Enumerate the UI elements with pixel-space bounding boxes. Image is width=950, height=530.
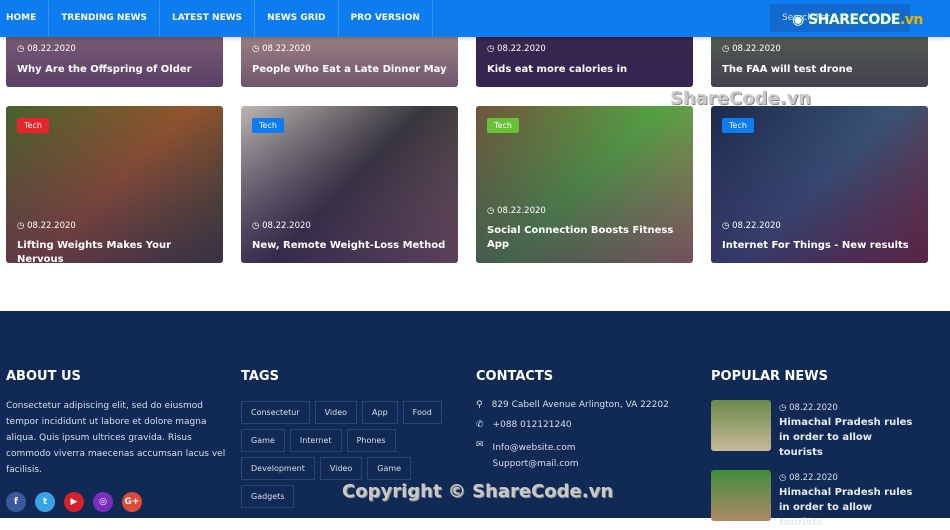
copyright-watermark: Copyright © ShareCode.vn <box>342 481 614 502</box>
tag-link[interactable]: Phones <box>346 429 396 452</box>
popular-date: ◷ 08.22.2020 <box>779 403 838 413</box>
clock-icon: ◷ <box>779 403 790 413</box>
location-icon: ⚲ <box>476 400 483 410</box>
tag-link[interactable]: Video <box>319 457 363 480</box>
watermark: ShareCode.vn <box>670 88 812 109</box>
card-title: Lifting Weights Makes Your Nervous <box>17 240 172 263</box>
about-title: ABOUT US <box>6 369 81 384</box>
card-title: People Who Eat a Late Dinner May <box>252 64 447 75</box>
clock-icon: ◷ <box>487 206 498 216</box>
popular-date: ◷ 08.22.2020 <box>779 473 838 483</box>
tag-link[interactable]: Internet <box>289 429 342 452</box>
card-title: Internet For Things - New results <box>722 240 909 251</box>
address: 829 Cabell Avenue Arlington, VA 22202 <box>491 400 669 410</box>
twitter-icon[interactable]: t <box>35 492 55 512</box>
tag-link[interactable]: Video <box>314 401 358 424</box>
footer: ABOUT US Consectetur adipiscing elit, se… <box>0 311 950 528</box>
popular-title-text: Himachal Pradesh rules in order to allow… <box>779 417 913 458</box>
clock-icon: ◷ <box>17 221 28 231</box>
contacts-title: CONTACTS <box>476 369 554 384</box>
card-title: Social Connection Boosts Fitness App <box>487 225 674 250</box>
clock-icon: ◷ <box>487 44 498 54</box>
card-date: ◷ 08.22.2020 <box>722 44 781 54</box>
popular-thumb <box>711 470 771 521</box>
tag-link[interactable]: App <box>362 401 398 424</box>
popular-item[interactable]: ◷ 08.22.2020 Himachal Pradesh rules in or… <box>711 470 919 530</box>
email-support[interactable]: Support@mail.com <box>493 459 579 469</box>
tag-link[interactable]: Food <box>402 401 442 424</box>
news-card[interactable]: Tech ◷ 08.22.2020 New, Remote Weight-Loss … <box>241 106 458 263</box>
card-title: The FAA will test drone <box>722 64 853 75</box>
popular-title-text: Himachal Pradesh rules in order to allow… <box>779 487 913 528</box>
nav-news-grid[interactable]: NEWS GRID <box>255 0 339 37</box>
category-badge[interactable]: Tech <box>487 118 519 133</box>
youtube-icon[interactable]: ▶ <box>64 492 84 512</box>
tag-link[interactable]: Development <box>241 457 315 480</box>
clock-icon: ◷ <box>252 44 263 54</box>
nav-trending-news[interactable]: TRENDING NEWS <box>49 0 161 37</box>
category-badge[interactable]: Tech <box>252 118 284 133</box>
card-date: ◷ 08.22.2020 <box>487 206 546 216</box>
clock-icon: ◷ <box>722 221 733 231</box>
category-badge[interactable]: Tech <box>722 118 754 133</box>
news-card[interactable]: Tech ◷ 08.22.2020 Internet For Things - Ne… <box>711 106 928 263</box>
phone-icon: ✆ <box>476 420 484 430</box>
popular-title: POPULAR NEWS <box>711 369 829 384</box>
clock-icon: ◷ <box>252 221 263 231</box>
tag-link[interactable]: Game <box>367 457 412 480</box>
clock-icon: ◷ <box>17 44 28 54</box>
top-nav: HOME TRENDING NEWS LATEST NEWS NEWS GRID… <box>0 0 950 37</box>
news-card[interactable]: Tech ◷ 08.22.2020 Lifting Weights Makes Yo… <box>6 106 223 263</box>
google-plus-icon[interactable]: G+ <box>122 492 142 512</box>
popular-item[interactable]: ◷ 08.22.2020 Himachal Pradesh rules in or… <box>711 400 919 460</box>
facebook-icon[interactable]: f <box>6 492 26 512</box>
card-date: ◷ 08.22.2020 <box>487 44 546 54</box>
card-title: Kids eat more calories in <box>487 64 628 75</box>
category-badge[interactable]: Tech <box>17 118 49 133</box>
nav-pro-version[interactable]: PRO VERSION <box>339 0 433 37</box>
card-date: ◷ 08.22.2020 <box>17 44 76 54</box>
tag-link[interactable]: Gadgets <box>241 485 295 508</box>
card-date: ◷ 08.22.2020 <box>17 221 76 231</box>
popular-thumb <box>711 400 771 451</box>
phone: +088 012121240 <box>492 420 572 430</box>
sharecode-logo: ◉ SHARECODE.vn <box>792 12 923 28</box>
card-date: ◷ 08.22.2020 <box>252 44 311 54</box>
tag-link[interactable]: Game <box>241 429 285 452</box>
card-date: ◷ 08.22.2020 <box>722 221 781 231</box>
nav-latest-news[interactable]: LATEST NEWS <box>160 0 256 37</box>
card-title: New, Remote Weight-Loss Method <box>252 240 446 251</box>
instagram-icon[interactable]: ◎ <box>93 492 113 512</box>
news-card[interactable]: Tech ◷ 08.22.2020 Social Connection Boosts… <box>476 106 693 263</box>
tags-title: TAGS <box>241 369 279 384</box>
mail-icon: ✉ <box>476 440 484 450</box>
card-date: ◷ 08.22.2020 <box>252 221 311 231</box>
email-info[interactable]: Info@website.com <box>493 443 576 453</box>
about-text: Consectetur adipiscing elit, sed do eius… <box>6 401 226 475</box>
tag-link[interactable]: Consectetur <box>241 401 310 424</box>
card-title: Why Are the Offspring of Older <box>17 64 192 75</box>
clock-icon: ◷ <box>779 473 790 483</box>
clock-icon: ◷ <box>722 44 733 54</box>
nav-home[interactable]: HOME <box>0 0 50 37</box>
